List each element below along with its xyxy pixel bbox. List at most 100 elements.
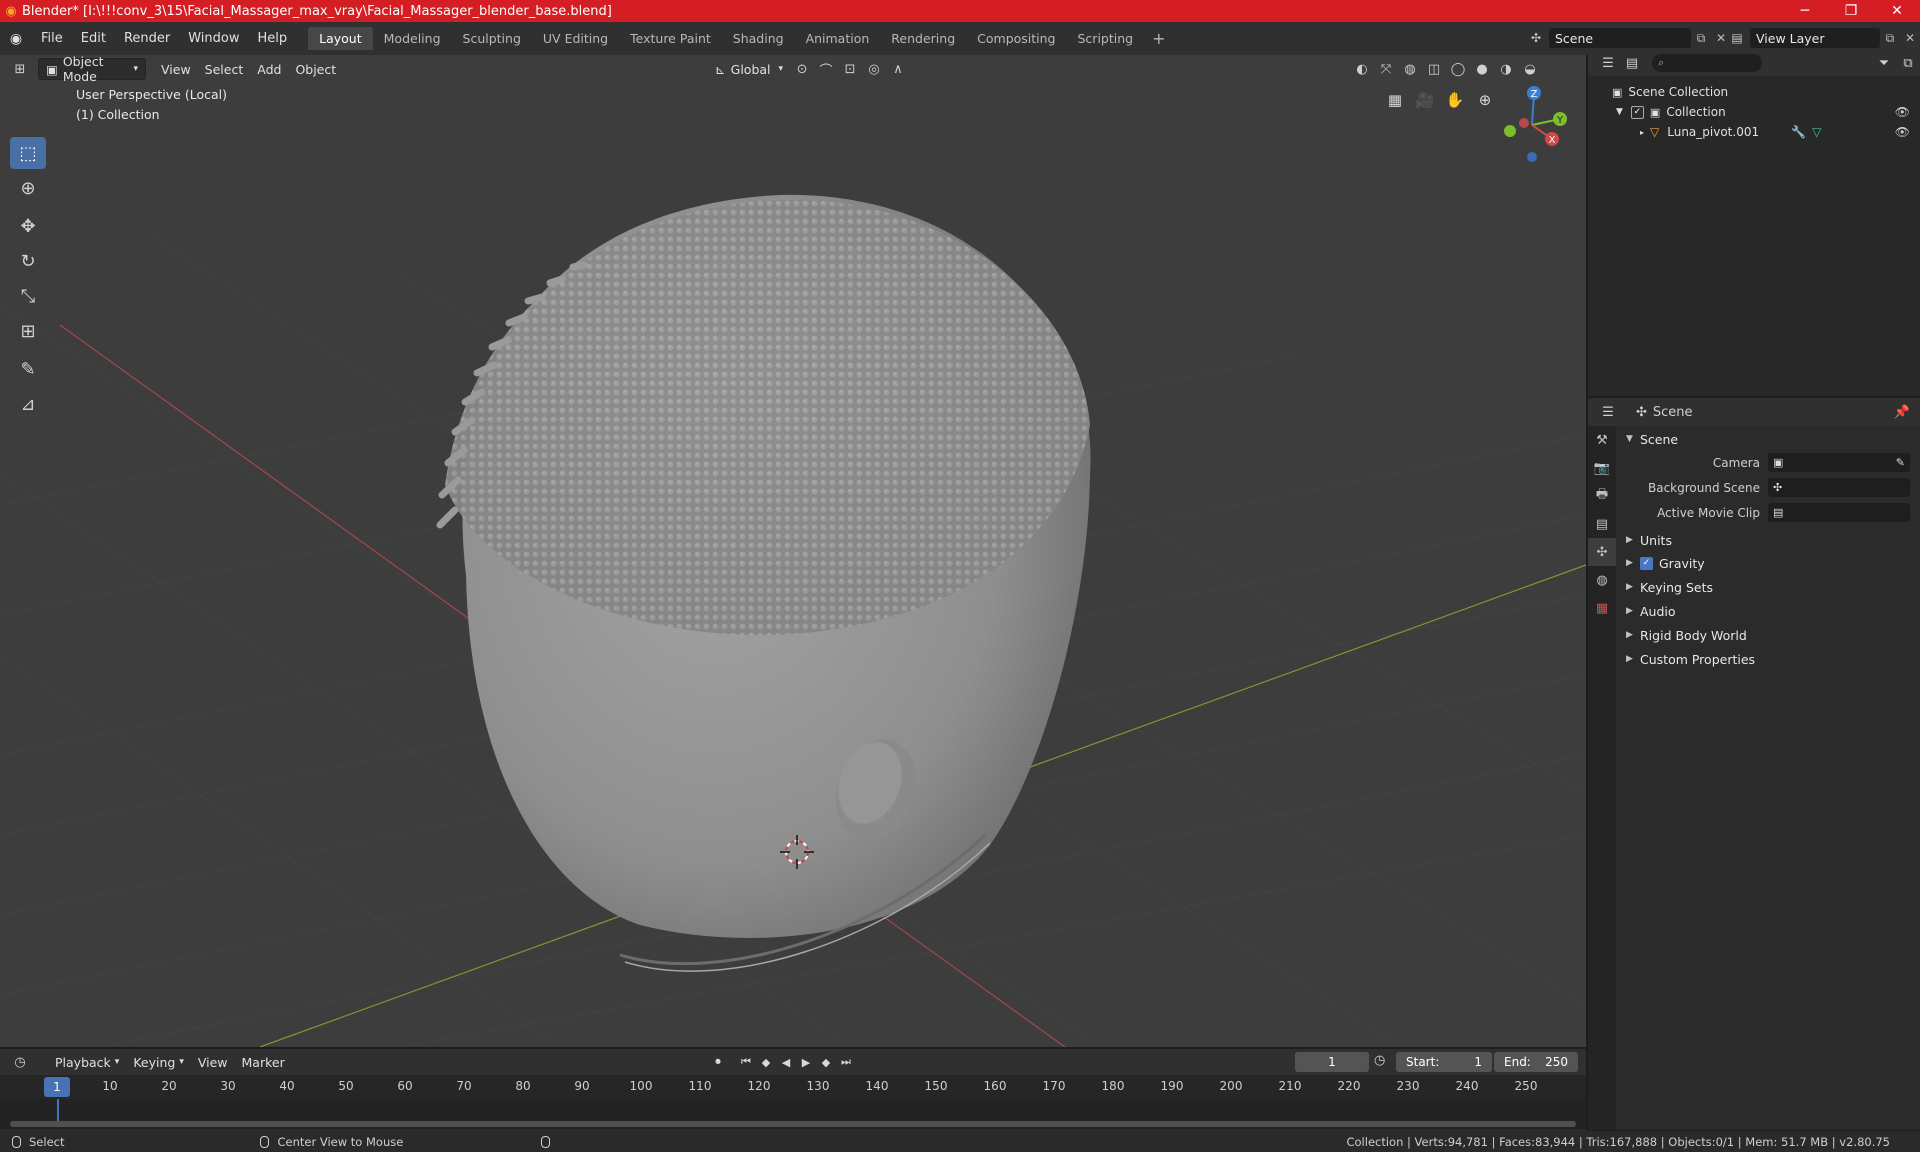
view-layer-tab-icon[interactable]: ▤ [1588,510,1616,538]
outliner-editor-type-icon[interactable]: ☰ [1596,52,1620,74]
menu-timeline-view[interactable]: View [191,1051,235,1073]
scene-icon[interactable]: ✣ [1523,27,1549,49]
active-movie-clip-field[interactable]: ▤ [1768,503,1910,522]
audio-panel-header[interactable]: ▶ Audio [1618,599,1918,623]
tab-sculpting[interactable]: Sculpting [452,27,532,50]
menu-marker[interactable]: Marker [235,1051,292,1073]
timeline-scrollbar[interactable] [10,1121,1576,1127]
select-box-tool-icon[interactable]: ⬚ [10,137,46,169]
collection-checkbox[interactable]: ✓ [1630,105,1644,119]
maximize-button[interactable]: ❐ [1828,0,1874,22]
scene-panel-header[interactable]: ▼ Scene [1618,428,1918,450]
tool-settings-tab-icon[interactable]: ⚒ [1588,426,1616,454]
timeline-ruler[interactable]: 1 10 20 30 40 50 60 70 80 90 100 110 120… [0,1075,1586,1099]
camera-view-icon[interactable]: 🎥 [1410,85,1440,115]
tab-rendering[interactable]: Rendering [880,27,966,50]
new-collection-icon[interactable]: ⧉ [1896,52,1920,74]
background-scene-field[interactable]: ✣ [1768,478,1910,497]
menu-help[interactable]: Help [249,31,297,46]
gizmo-toggle-icon[interactable]: ⤧ [1374,58,1398,80]
transform-tool-icon[interactable]: ⊞ [10,315,46,347]
snap-icon[interactable]: ⌒ [814,58,838,80]
editor-type-icon[interactable]: ⊞ [8,58,32,80]
navigation-gizmo[interactable]: Z Y X [1490,83,1570,163]
current-frame-indicator[interactable]: 1 [44,1077,70,1097]
move-tool-icon[interactable]: ✥ [10,210,46,242]
new-view-layer-icon[interactable]: ⧉ [1880,28,1900,48]
scale-tool-icon[interactable]: ⤡ [10,280,46,312]
eye-icon[interactable]: 👁 [1895,125,1910,139]
rigid-body-world-panel-header[interactable]: ▶ Rigid Body World [1618,623,1918,647]
3d-viewport[interactable]: ⊞ ▣ Object Mode ▾ View Select Add Object… [0,55,1586,1047]
proportional-edit-icon[interactable]: ◎ [862,58,886,80]
rendered-shading-icon[interactable]: ◒ [1518,58,1542,80]
falloff-icon[interactable]: ∧ [886,58,910,80]
object-row[interactable]: ▸ ▽ Luna_pivot.001 🔧 ▽ 👁 [1588,122,1920,142]
menu-add[interactable]: Add [250,58,288,80]
camera-field[interactable]: ▣ ✎ [1768,453,1910,472]
view-layer-icon[interactable]: ▤ [1724,27,1750,49]
annotate-tool-icon[interactable]: ✎ [10,353,46,385]
tab-modeling[interactable]: Modeling [373,27,452,50]
blender-menu-icon[interactable]: ◉ [0,31,32,47]
view-layer-name-field[interactable]: View Layer [1750,28,1880,48]
expand-arrow-icon[interactable]: ▼ [1616,107,1623,117]
collection-row[interactable]: ▼ ✓ ▣ Collection 👁 [1588,102,1920,122]
prev-keyframe-icon[interactable]: ◆ [756,1051,776,1073]
mode-selector[interactable]: ▣ Object Mode ▾ [38,55,146,84]
xray-toggle-icon[interactable]: ◫ [1422,58,1446,80]
rotate-tool-icon[interactable]: ↻ [10,245,46,277]
filter-icon[interactable]: ⏷ [1872,52,1896,74]
overlay-toggle-icon[interactable]: ◍ [1398,58,1422,80]
display-mode-icon[interactable]: ▤ [1620,52,1644,74]
tab-shading[interactable]: Shading [722,27,795,50]
tab-uv-editing[interactable]: UV Editing [532,27,619,50]
scene-name-field[interactable]: Scene [1549,28,1691,48]
neg-y-axis-handle[interactable] [1504,125,1516,137]
outliner-search-input[interactable]: ⌕ [1652,54,1762,72]
mesh-data-icon[interactable]: ▽ [1812,125,1821,139]
pin-icon[interactable]: 📌 [1894,405,1910,420]
start-frame-field[interactable]: Start: 1 [1396,1052,1492,1072]
eye-icon[interactable]: 👁 [1895,105,1910,119]
keying-sets-panel-header[interactable]: ▶ Keying Sets [1618,575,1918,599]
collapse-arrow-icon[interactable]: ▸ [1640,128,1644,137]
jump-end-icon[interactable]: ⏭ [836,1051,856,1073]
gravity-panel-header[interactable]: ▶ ✓ Gravity [1618,551,1918,575]
timeline-track[interactable] [0,1099,1586,1129]
add-workspace-button[interactable]: + [1144,29,1173,48]
output-tab-icon[interactable]: 🖶 [1588,482,1616,510]
jump-start-icon[interactable]: ⏮ [736,1051,756,1073]
minimize-button[interactable]: ─ [1782,0,1828,22]
play-reverse-icon[interactable]: ◀ [776,1051,796,1073]
preview-range-icon[interactable]: ◷ [1374,1053,1385,1068]
tab-texture-paint[interactable]: Texture Paint [619,27,722,50]
solid-shading-icon[interactable]: ● [1470,58,1494,80]
play-icon[interactable]: ▶ [796,1051,816,1073]
record-icon[interactable]: ⏺ [708,1051,728,1073]
menu-view[interactable]: View [154,58,198,80]
custom-properties-panel-header[interactable]: ▶ Custom Properties [1618,647,1918,671]
tab-layout[interactable]: Layout [308,27,373,50]
tab-scripting[interactable]: Scripting [1067,27,1145,50]
grid-view-icon[interactable]: ▦ [1380,85,1410,115]
scene-collection-row[interactable]: ▣ Scene Collection [1588,82,1920,102]
tab-compositing[interactable]: Compositing [966,27,1066,50]
modifier-wrench-icon[interactable]: 🔧 [1791,125,1806,139]
transform-orientation-selector[interactable]: ⊾ Global ▾ [708,58,790,80]
menu-render[interactable]: Render [115,31,179,46]
pan-hand-icon[interactable]: ✋ [1440,85,1470,115]
menu-window[interactable]: Window [179,31,248,46]
eyedropper-icon[interactable]: ✎ [1896,456,1905,469]
menu-edit[interactable]: Edit [72,31,115,46]
menu-file[interactable]: File [32,31,72,46]
delete-view-layer-icon[interactable]: ✕ [1900,28,1920,48]
scene-tab-icon[interactable]: ✣ [1588,538,1616,566]
world-tab-icon[interactable]: ◍ [1588,566,1616,594]
pivot-point-icon[interactable]: ⊙ [790,58,814,80]
menu-object[interactable]: Object [288,58,343,80]
next-keyframe-icon[interactable]: ◆ [816,1051,836,1073]
current-frame-field[interactable]: 1 [1295,1052,1369,1072]
menu-keying[interactable]: Keying ▾ [126,1051,191,1073]
measure-tool-icon[interactable]: ⊿ [10,388,46,420]
